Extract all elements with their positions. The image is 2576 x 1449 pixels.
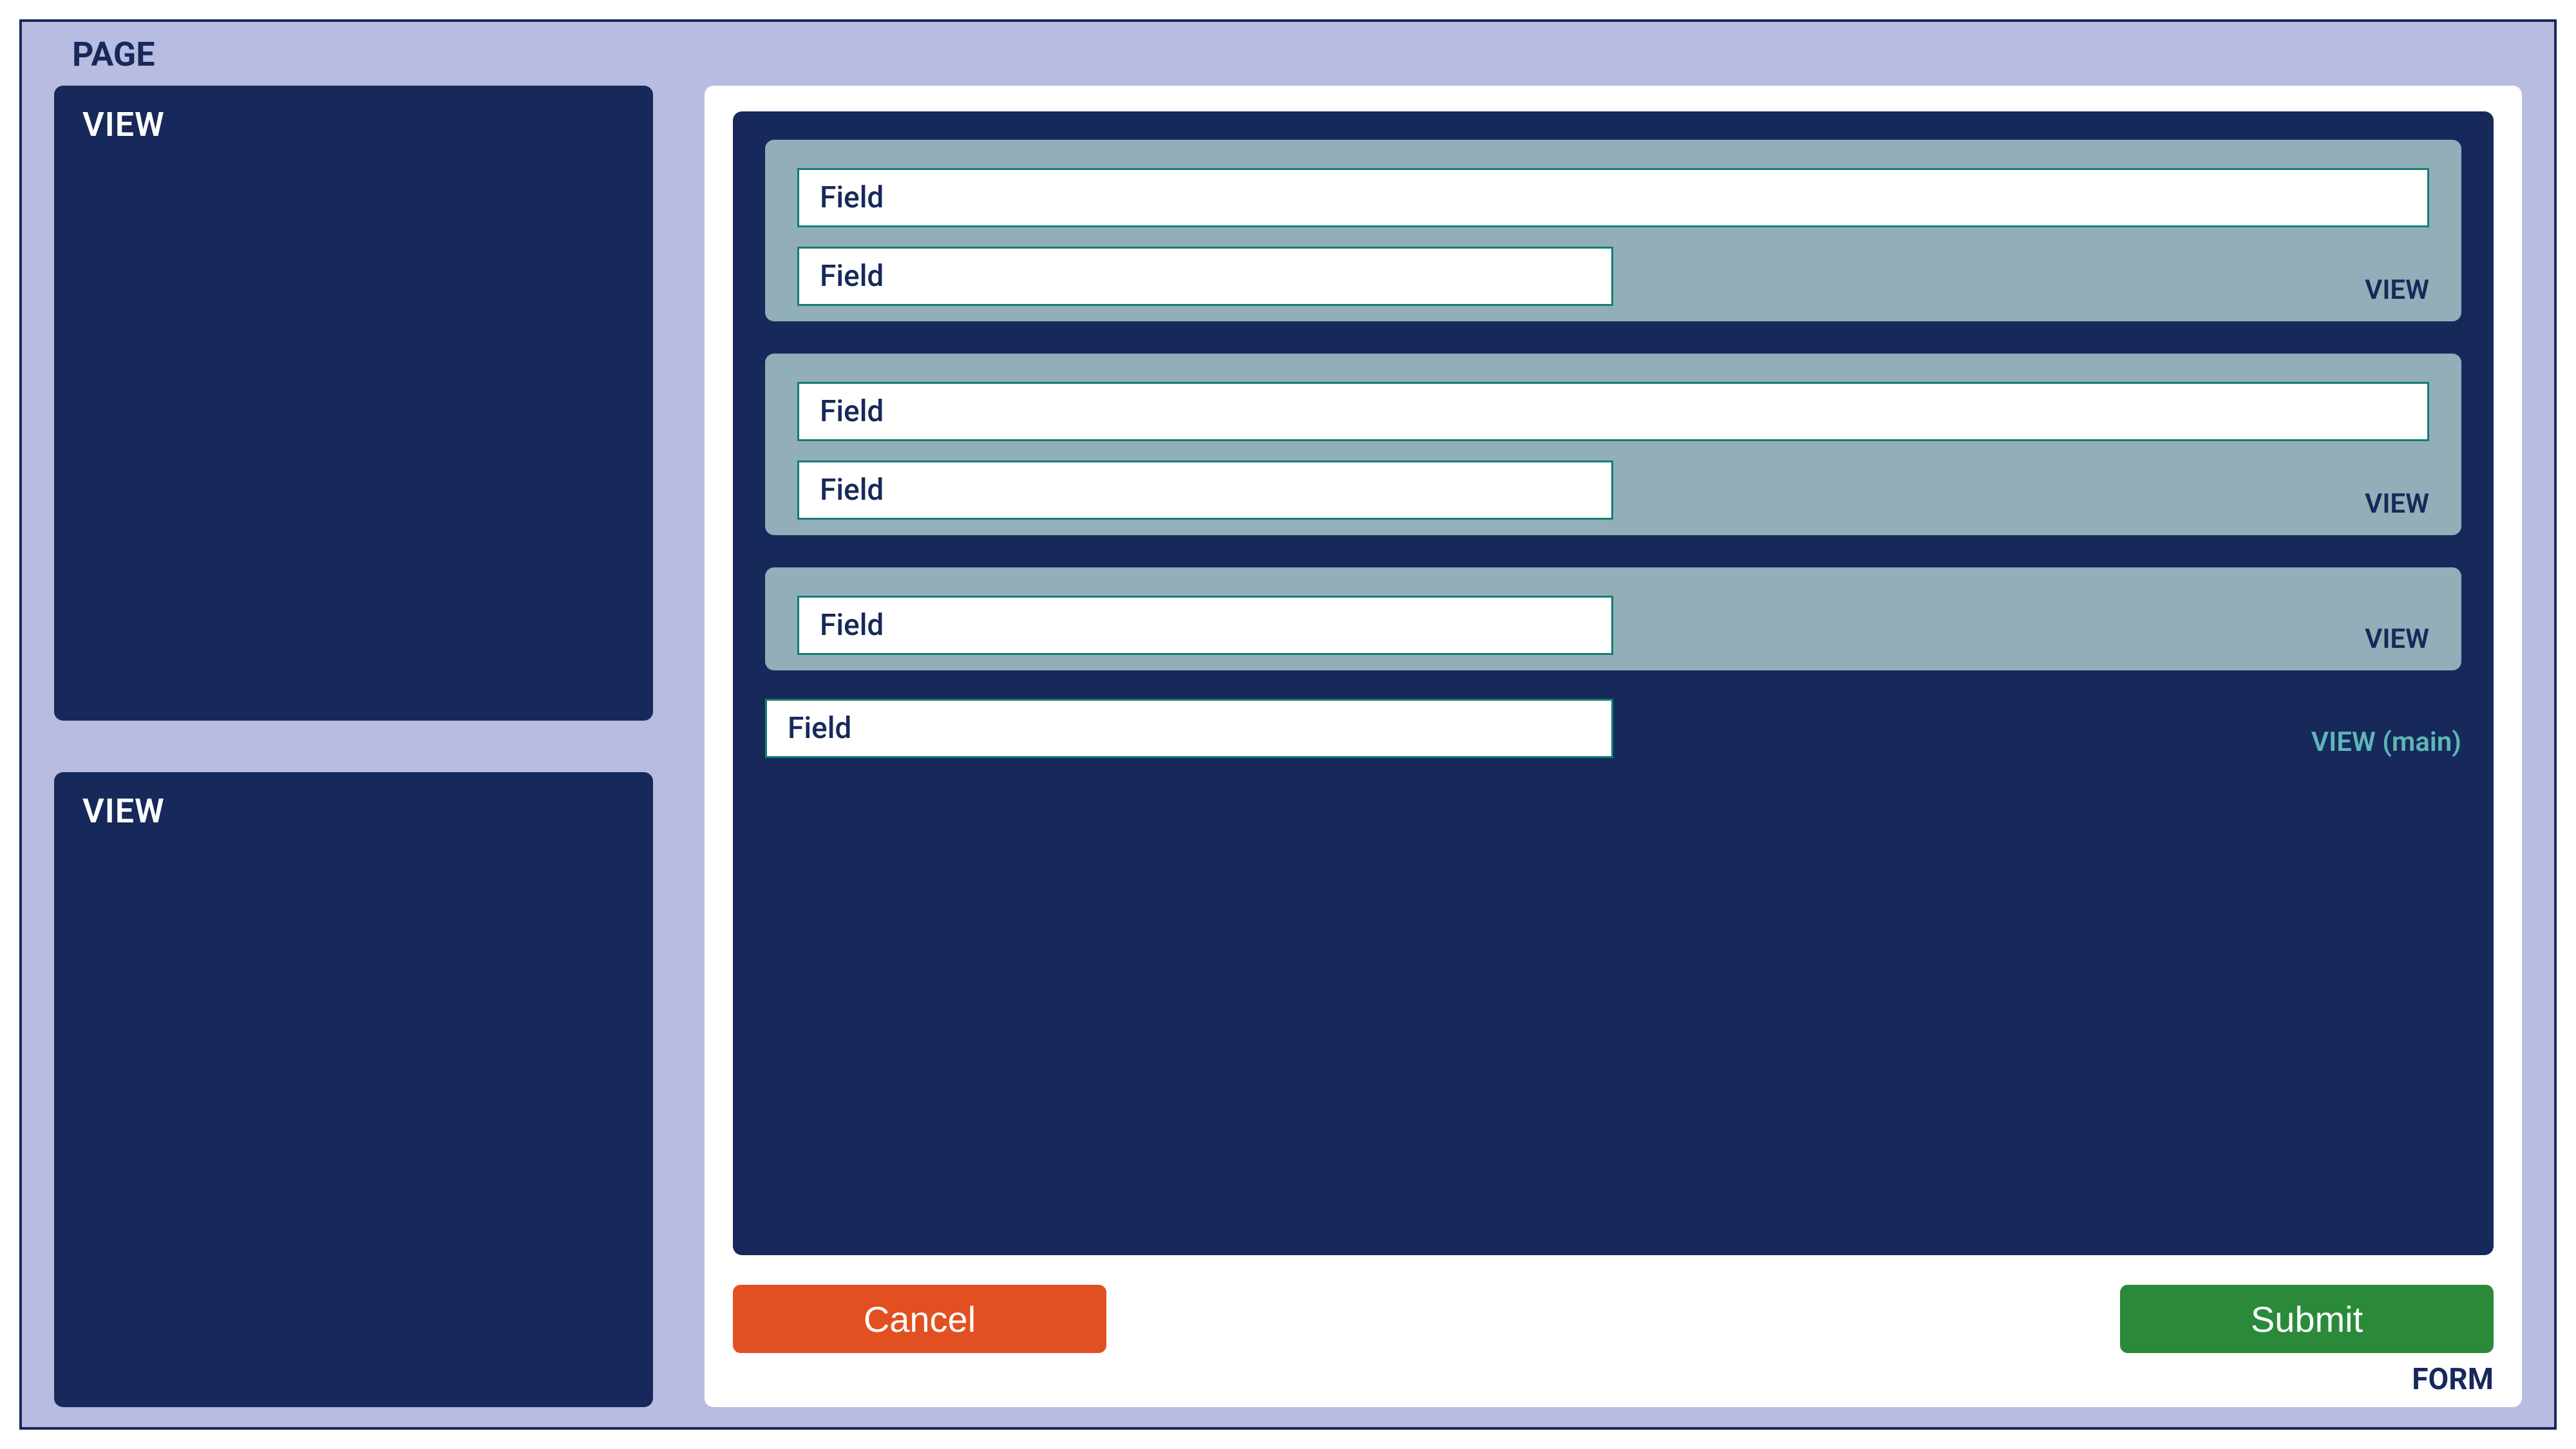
field-input[interactable]: Field	[765, 699, 1613, 758]
field-input[interactable]: Field	[797, 460, 1613, 520]
form-label: FORM	[733, 1362, 2494, 1397]
form-container: Field Field VIEW Field Field VIEW Fie	[705, 86, 2522, 1407]
form-view-2: Field Field VIEW	[765, 354, 2461, 535]
sidebar-view-label: VIEW	[82, 791, 625, 831]
field-input[interactable]: Field	[797, 382, 2429, 441]
page-label: PAGE	[72, 35, 2522, 74]
sidebar-view-1: VIEW	[54, 86, 653, 721]
field-input[interactable]: Field	[797, 247, 1613, 306]
form-main-view: Field Field VIEW Field Field VIEW Fie	[733, 111, 2494, 1255]
sidebar: VIEW VIEW	[54, 86, 653, 1407]
form-view-1: Field Field VIEW	[765, 140, 2461, 321]
sidebar-view-2: VIEW	[54, 772, 653, 1407]
cancel-button[interactable]: Cancel	[733, 1285, 1106, 1353]
submit-button[interactable]: Submit	[2120, 1285, 2494, 1353]
field-input[interactable]: Field	[797, 168, 2429, 227]
view-main-tag: VIEW (main)	[1626, 726, 2461, 758]
form-buttons: Cancel Submit	[733, 1285, 2494, 1353]
view-tag: VIEW	[1626, 488, 2429, 520]
view-tag: VIEW	[1626, 274, 2429, 306]
page-body: VIEW VIEW Field Field VIEW Field F	[54, 86, 2522, 1407]
field-input[interactable]: Field	[797, 596, 1613, 655]
form-view-3: Field VIEW	[765, 567, 2461, 670]
page-container: PAGE VIEW VIEW Field Field VIEW	[19, 19, 2557, 1430]
view-tag: VIEW	[1626, 623, 2429, 655]
sidebar-view-label: VIEW	[82, 105, 625, 144]
